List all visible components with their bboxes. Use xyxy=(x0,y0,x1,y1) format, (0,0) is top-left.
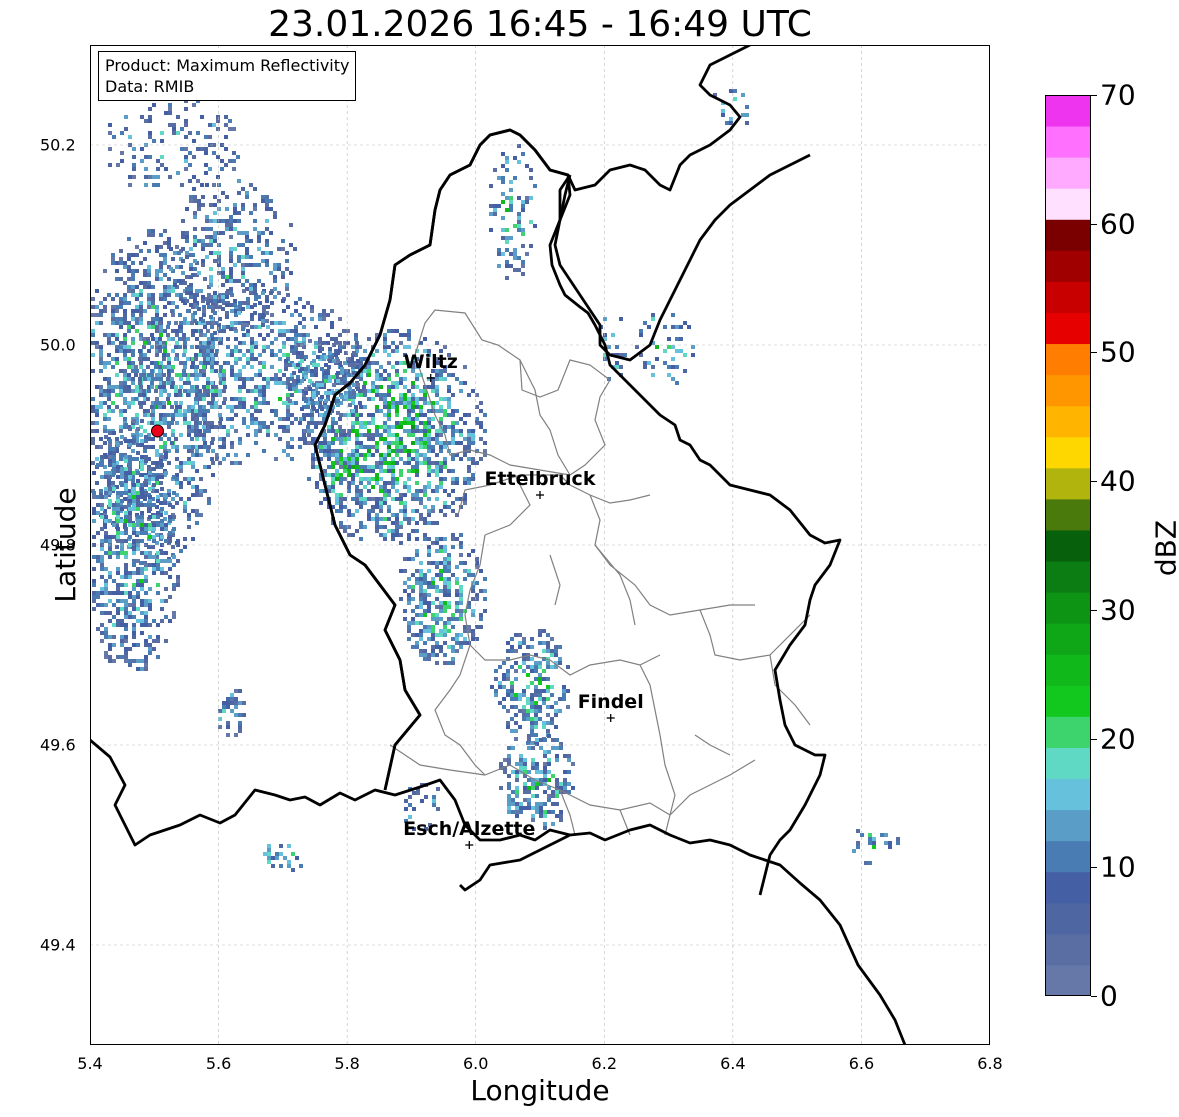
colorbar-tick-mark xyxy=(1091,609,1097,611)
chart-title: 23.01.2026 16:45 - 16:49 UTC xyxy=(268,4,812,45)
colorbar-tick-label: 0 xyxy=(1100,979,1118,1013)
colorbar-label: dBZ xyxy=(1149,519,1179,577)
colorbar-segment xyxy=(1045,561,1091,593)
colorbar-segment xyxy=(1045,623,1091,655)
x-tick-label: 6.4 xyxy=(720,1054,746,1073)
x-tick-label: 6.0 xyxy=(462,1054,489,1073)
colorbar-segment xyxy=(1045,902,1091,935)
colorbar-gradient xyxy=(1045,95,1091,997)
x-tick-label: 5.8 xyxy=(334,1054,360,1073)
city-label: Findel xyxy=(578,691,644,713)
colorbar-tick-label: 20 xyxy=(1100,722,1136,756)
city-label: Wiltz xyxy=(404,351,458,373)
colorbar-segment xyxy=(1045,933,1091,966)
colorbar-tick-label: 30 xyxy=(1100,593,1136,627)
colorbar-segment xyxy=(1045,809,1091,842)
colorbar-segment xyxy=(1045,778,1091,811)
y-tick-label: 49.6 xyxy=(40,735,76,755)
colorbar-tick-mark xyxy=(1091,95,1097,96)
colorbar-segment xyxy=(1045,592,1091,624)
colorbar-segment xyxy=(1045,467,1091,500)
colorbar-segment xyxy=(1045,312,1091,345)
product-label: Product: Maximum Reflectivity xyxy=(105,56,350,75)
colorbar-tick-mark xyxy=(1091,738,1097,740)
x-tick-label: 5.6 xyxy=(205,1054,232,1073)
map-canvas: Wiltz Ettelbruck Findel Esch/Alzette xyxy=(90,45,990,1045)
data-source-label: Data: RMIB xyxy=(105,77,195,96)
x-tick-label: 6.2 xyxy=(591,1054,618,1073)
colorbar-tick-label: 40 xyxy=(1100,464,1136,498)
colorbar-tick-label: 60 xyxy=(1100,207,1136,241)
colorbar-segment xyxy=(1045,126,1091,158)
colorbar-segment xyxy=(1045,281,1091,313)
y-tick-label: 50.2 xyxy=(40,135,76,155)
colorbar-segment xyxy=(1045,374,1091,407)
colorbar-segment xyxy=(1045,498,1091,531)
colorbar-tick-mark xyxy=(1091,996,1097,997)
radar-site-marker xyxy=(151,424,164,438)
colorbar-segment xyxy=(1045,188,1091,220)
colorbar-segment xyxy=(1045,716,1091,748)
colorbar-tick-mark xyxy=(1091,223,1097,225)
colorbar-segment xyxy=(1045,840,1091,873)
colorbar-tick-label: 10 xyxy=(1100,850,1136,884)
x-axis-label: Longitude xyxy=(470,1074,610,1107)
radar-map: Wiltz Ettelbruck Findel Esch/Alzette xyxy=(90,45,990,1045)
colorbar-segment xyxy=(1045,157,1091,189)
colorbar-segment xyxy=(1045,964,1091,997)
colorbar-tick-label: 70 xyxy=(1100,78,1136,112)
colorbar-segment xyxy=(1045,685,1091,717)
colorbar-segment xyxy=(1045,529,1091,562)
colorbar-segment xyxy=(1045,436,1091,469)
colorbar-segment xyxy=(1045,343,1091,376)
colorbar-tick-mark xyxy=(1091,352,1097,354)
y-tick-label: 49.4 xyxy=(40,935,76,955)
colorbar-segment xyxy=(1045,405,1091,438)
colorbar-segment xyxy=(1045,871,1091,904)
colorbar-segment xyxy=(1045,250,1091,282)
colorbar xyxy=(1045,95,1091,997)
product-info-box: Product: Maximum Reflectivity Data: RMIB xyxy=(98,51,357,101)
colorbar-tick-label: 50 xyxy=(1100,335,1136,369)
city-label: Esch/Alzette xyxy=(403,818,535,840)
x-tick-label: 6.6 xyxy=(848,1054,875,1073)
y-tick-label: 49.8 xyxy=(40,535,76,555)
colorbar-segment xyxy=(1045,95,1091,127)
radar-site-dot xyxy=(151,424,164,438)
colorbar-tick-mark xyxy=(1091,481,1097,483)
colorbar-segment xyxy=(1045,654,1091,686)
y-tick-label: 50.0 xyxy=(40,335,76,355)
colorbar-segment xyxy=(1045,219,1091,251)
x-tick-label: 6.8 xyxy=(977,1054,1003,1073)
colorbar-segment xyxy=(1045,747,1091,780)
x-tick-label: 5.4 xyxy=(77,1054,103,1073)
city-label: Ettelbruck xyxy=(485,468,596,490)
colorbar-tick-mark xyxy=(1091,867,1097,869)
